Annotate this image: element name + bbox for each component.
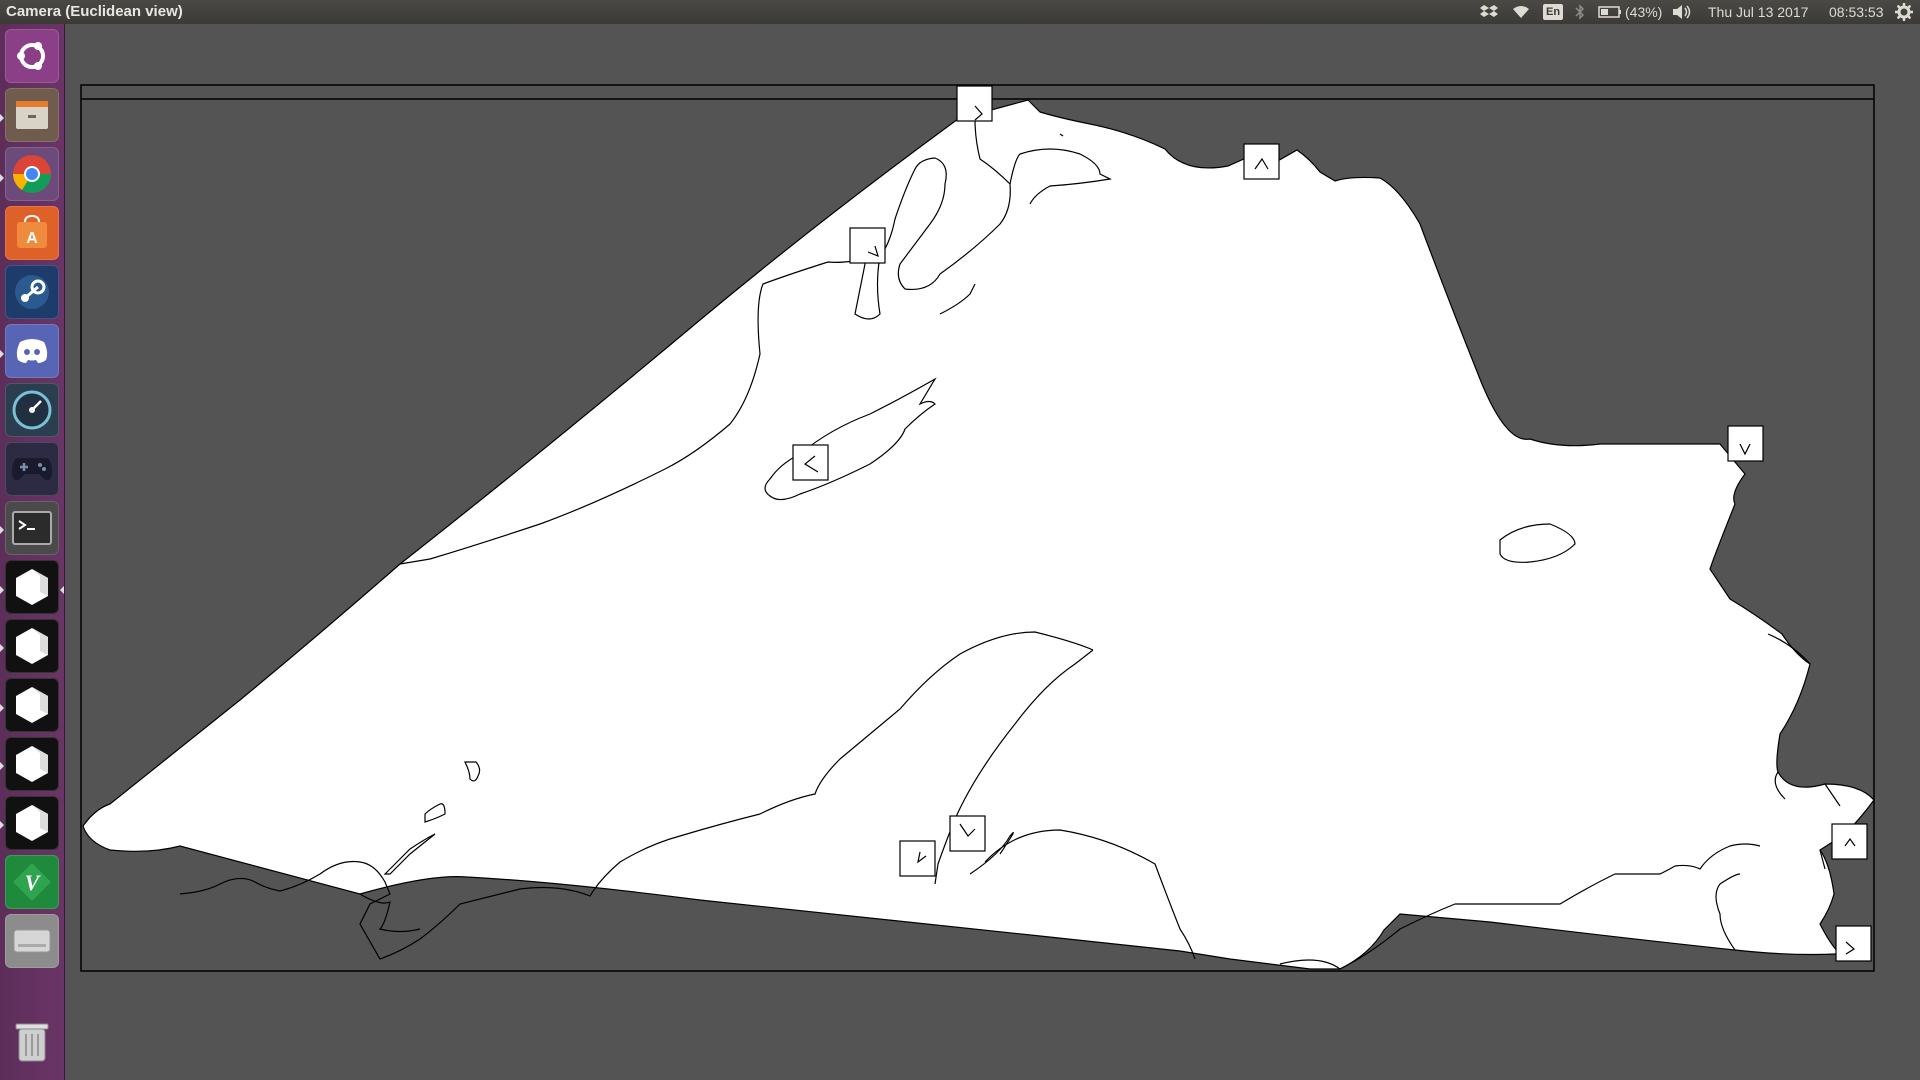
- marker-square[interactable]: [792, 444, 829, 481]
- date-label: Thu Jul 13 2017: [1708, 4, 1809, 20]
- wifi-icon[interactable]: [1512, 0, 1530, 24]
- settings-gear-icon[interactable]: [1895, 0, 1913, 24]
- time-label: 08:53:53: [1829, 4, 1884, 20]
- battery-percent: (43%): [1625, 4, 1663, 20]
- dropbox-icon[interactable]: [1480, 0, 1498, 24]
- marker-square[interactable]: [949, 815, 986, 852]
- top-panel: Camera (Euclidean view) En (43%) Thu Jul…: [0, 0, 1920, 24]
- volume-icon[interactable]: [1672, 0, 1692, 24]
- language-indicator[interactable]: En: [1543, 0, 1564, 24]
- marker-square[interactable]: [899, 840, 936, 877]
- marker-square[interactable]: [956, 85, 993, 122]
- contour-line: [359, 893, 421, 933]
- euclidean-view-canvas[interactable]: [0, 24, 1920, 1080]
- battery-indicator[interactable]: (43%): [1598, 0, 1662, 24]
- language-label: En: [1543, 4, 1564, 20]
- bluetooth-icon[interactable]: [1575, 0, 1585, 24]
- battery-icon: [1598, 6, 1621, 18]
- date-indicator[interactable]: Thu Jul 13 2017: [1708, 0, 1808, 24]
- window-title: Camera (Euclidean view): [6, 3, 183, 20]
- marker-square[interactable]: [849, 227, 886, 264]
- clock-indicator[interactable]: 08:53:53: [1829, 0, 1884, 24]
- marker-square[interactable]: [1243, 143, 1280, 180]
- marker-square[interactable]: [1835, 925, 1872, 962]
- marker-square[interactable]: [1727, 425, 1764, 462]
- marker-square[interactable]: [1831, 823, 1868, 860]
